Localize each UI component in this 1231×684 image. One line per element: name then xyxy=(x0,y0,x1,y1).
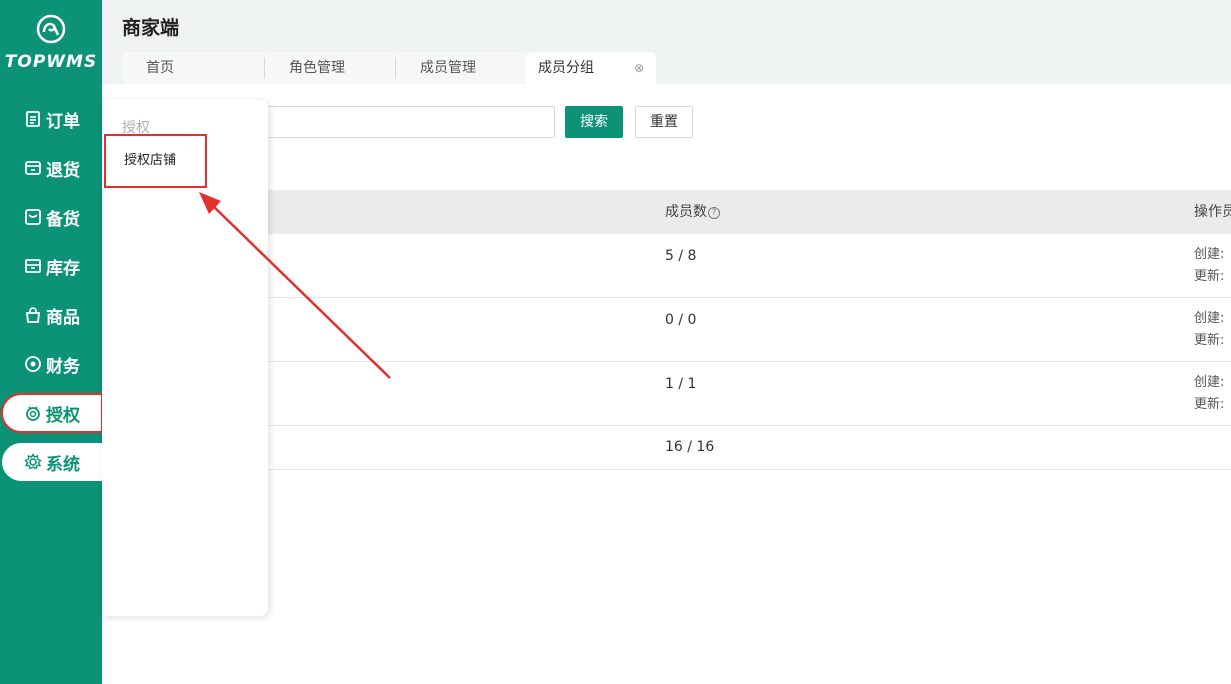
tab-member-management[interactable]: 成员管理 xyxy=(396,52,526,84)
inbox-icon xyxy=(24,208,42,226)
nav-item-orders[interactable]: 订单 xyxy=(2,100,102,138)
created-label: 创建: xyxy=(1194,247,1225,262)
search-input[interactable] xyxy=(252,106,555,138)
updated-label: 更新: xyxy=(1194,397,1225,412)
nav-item-products[interactable]: 商品 xyxy=(2,296,102,334)
nav-label: 授权 xyxy=(46,405,80,426)
return-box-icon xyxy=(24,159,42,177)
shopping-bag-icon xyxy=(24,306,42,324)
table-row: 0 / 0 创建: 更新: xyxy=(268,298,1231,362)
table-header: 成员数? 操作员 xyxy=(268,190,1231,234)
search-button[interactable]: 搜索 xyxy=(565,106,623,138)
tab-label: 角色管理 xyxy=(289,60,345,76)
nav-item-system[interactable]: 系统 xyxy=(2,443,102,481)
warehouse-icon xyxy=(24,257,42,275)
close-icon[interactable]: ⊗ xyxy=(634,52,644,84)
tab-role-management[interactable]: 角色管理 xyxy=(265,52,395,84)
nav-label: 订单 xyxy=(46,111,80,132)
created-label: 创建: xyxy=(1194,311,1225,326)
finance-icon xyxy=(24,355,42,373)
nav-label: 备货 xyxy=(46,209,80,230)
table-row: 16 / 16 xyxy=(268,426,1231,470)
tab-member-groups[interactable]: 成员分组 ⊗ xyxy=(526,52,656,84)
operator-cell: 创建: 更新: xyxy=(1194,372,1224,416)
logo-mark-icon xyxy=(36,14,66,44)
nav-label: 库存 xyxy=(46,258,80,279)
member-count-cell: 5 / 8 xyxy=(665,248,697,264)
header: 商家端 首页 角色管理 成员管理 成员分组 ⊗ xyxy=(102,0,1231,84)
column-header-member-count: 成员数? xyxy=(665,190,720,234)
column-label: 成员数 xyxy=(665,204,707,220)
page-title: 商家端 xyxy=(122,17,180,39)
nav-item-authorization[interactable]: 授权 xyxy=(1,393,103,433)
submenu-item-authorize-store[interactable]: 授权店铺 xyxy=(104,134,207,188)
authorization-icon xyxy=(24,404,42,422)
help-icon[interactable]: ? xyxy=(708,207,720,219)
nav-item-inventory[interactable]: 库存 xyxy=(2,247,102,285)
file-list-icon xyxy=(24,110,42,128)
sidebar: TOPWMS 订单 退货 备货 库存 商品 财务 授权 系统 xyxy=(0,0,103,684)
gear-icon xyxy=(24,453,42,471)
table-row: 5 / 8 创建: 更新: xyxy=(268,234,1231,298)
nav-item-stocking[interactable]: 备货 xyxy=(2,198,102,236)
nav-label: 财务 xyxy=(46,356,80,377)
tab-label: 成员分组 xyxy=(538,60,594,76)
member-count-cell: 0 / 0 xyxy=(665,312,697,328)
created-label: 创建: xyxy=(1194,375,1225,390)
nav-label: 退货 xyxy=(46,160,80,181)
nav-item-finance[interactable]: 财务 xyxy=(2,345,102,383)
tab-label: 成员管理 xyxy=(420,60,476,76)
updated-label: 更新: xyxy=(1194,269,1225,284)
logo: TOPWMS xyxy=(0,14,102,72)
member-count-cell: 1 / 1 xyxy=(665,376,697,392)
operator-cell: 创建: 更新: xyxy=(1194,308,1224,352)
reset-button[interactable]: 重置 xyxy=(635,106,693,138)
main-content: 搜索 重置 成员数? 操作员 5 / 8 创建: 更新: 0 / 0 创建: 更… xyxy=(102,84,1231,684)
column-header-operator: 操作员 xyxy=(1194,204,1231,220)
updated-label: 更新: xyxy=(1194,333,1225,348)
nav-label: 系统 xyxy=(46,454,80,475)
tab-label: 首页 xyxy=(146,60,174,76)
table-row: 1 / 1 创建: 更新: xyxy=(268,362,1231,426)
nav-item-returns[interactable]: 退货 xyxy=(2,149,102,187)
logo-text: TOPWMS xyxy=(4,52,98,72)
operator-cell: 创建: 更新: xyxy=(1194,244,1224,288)
authorization-submenu: 授权 授权店铺 xyxy=(102,100,268,616)
tab-home[interactable]: 首页 xyxy=(122,52,264,84)
nav-label: 商品 xyxy=(46,307,80,328)
member-count-cell: 16 / 16 xyxy=(665,439,715,455)
